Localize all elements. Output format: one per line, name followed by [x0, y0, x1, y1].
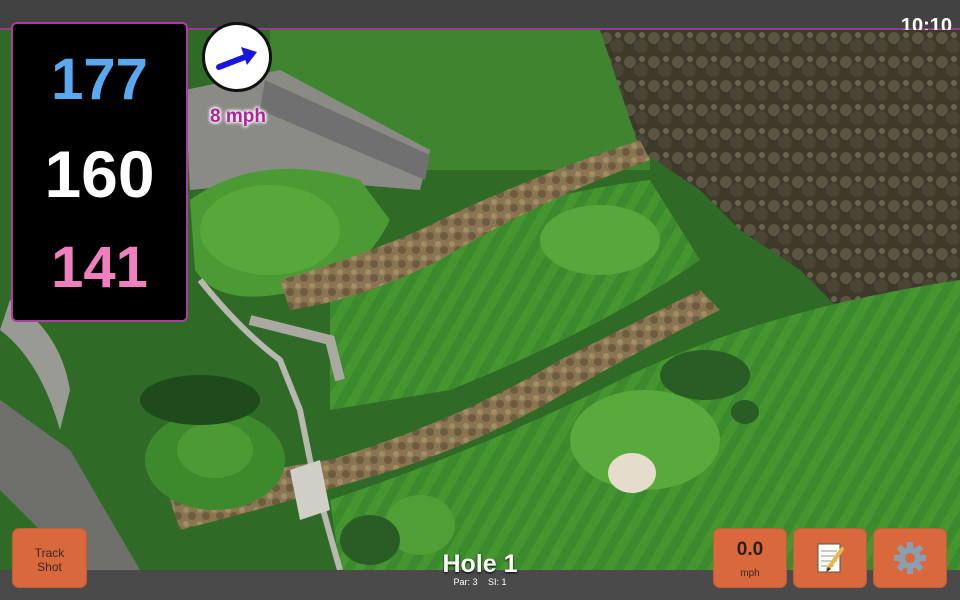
front-distance: 141	[51, 235, 148, 300]
wind-speed-value: 0.0	[736, 539, 764, 560]
wind-speed-button[interactable]: 0.0 mph	[713, 528, 787, 588]
hole-si: SI: 1	[488, 577, 507, 587]
hole-par: Par: 3	[453, 577, 478, 587]
wind-direction-indicator[interactable]	[202, 22, 272, 92]
track-shot-button[interactable]: Track Shot	[12, 528, 87, 588]
notepad-icon	[817, 543, 844, 573]
gear-icon	[894, 542, 926, 574]
arrow-icon	[216, 47, 257, 70]
back-distance: 177	[51, 47, 148, 112]
track-shot-label-line2: Shot	[37, 560, 62, 574]
center-distance: 160	[44, 137, 155, 211]
wind-speed-label: 8 mph	[210, 106, 266, 127]
hole-info: Par: 3 SI: 1	[380, 577, 580, 587]
hole-title: Hole 1	[442, 550, 518, 578]
distance-panel: 177 160 141	[11, 22, 188, 322]
notes-button[interactable]	[793, 528, 867, 588]
wind-speed-unit: mph	[740, 568, 760, 579]
settings-button[interactable]	[873, 528, 947, 588]
track-shot-label-line1: Track	[34, 546, 65, 560]
